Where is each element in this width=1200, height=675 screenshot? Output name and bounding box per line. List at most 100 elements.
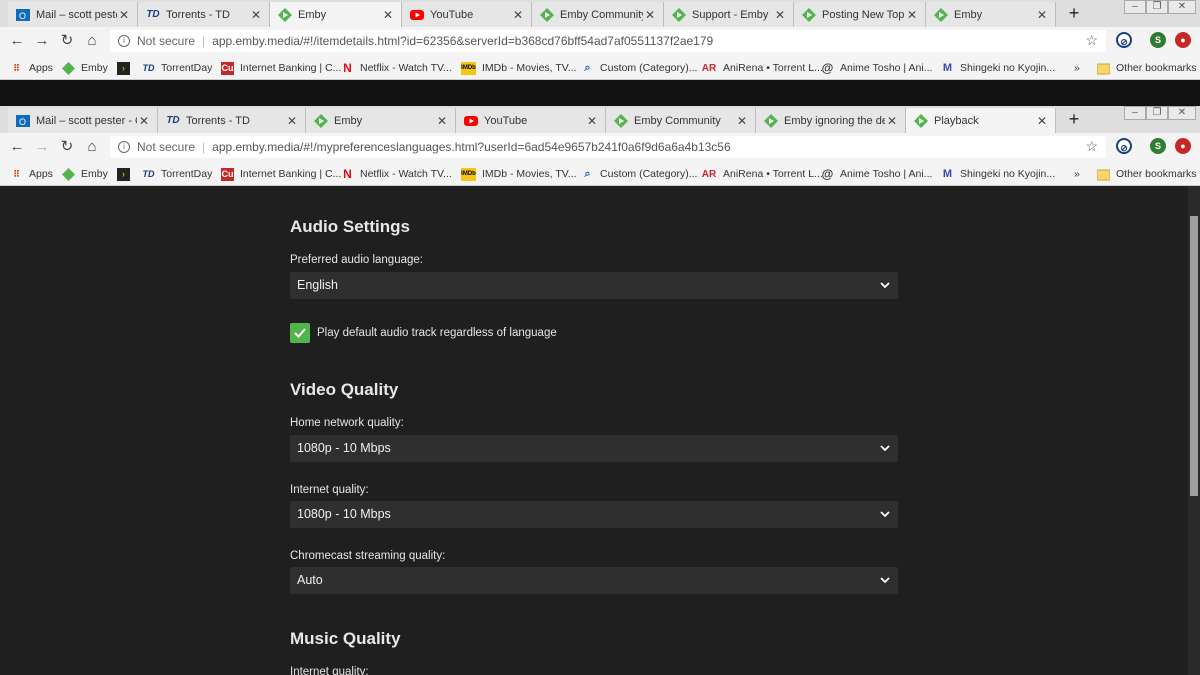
bookmark-shingeki[interactable]: M Shingeki no Kyojin... xyxy=(941,60,1055,76)
tab-mail[interactable]: O Mail – scott pester ✕ xyxy=(8,2,138,27)
tab-posting-new-topic[interactable]: Posting New Topic ✕ xyxy=(794,2,926,27)
close-icon[interactable]: ✕ xyxy=(735,114,749,128)
preferred-audio-language-select[interactable]: English xyxy=(290,272,898,299)
close-icon[interactable]: ✕ xyxy=(585,114,599,128)
blocker-extension-icon[interactable]: ⊘ xyxy=(1116,138,1132,154)
reload-button[interactable]: ↻ xyxy=(58,138,76,156)
close-icon[interactable]: ✕ xyxy=(885,114,899,128)
close-icon[interactable]: ✕ xyxy=(381,8,395,22)
back-button[interactable]: ← xyxy=(8,138,26,156)
bookmark-custom-category[interactable]: ⌕ Custom (Category)... xyxy=(581,60,697,76)
info-icon[interactable]: i xyxy=(118,35,130,47)
other-bookmarks[interactable]: Other bookmarks xyxy=(1097,60,1197,76)
bookmark-internet-banking[interactable]: Cu Internet Banking | C... xyxy=(221,166,341,182)
home-button[interactable]: ⌂ xyxy=(83,32,101,50)
tab-emby-2[interactable]: Emby ✕ xyxy=(926,2,1056,27)
background-gap xyxy=(0,80,1200,106)
bookmark-emby[interactable]: Emby xyxy=(62,166,108,182)
bookmark-netflix[interactable]: N Netflix - Watch TV... xyxy=(341,60,452,76)
close-icon[interactable]: ✕ xyxy=(137,114,151,128)
back-button[interactable]: ← xyxy=(8,32,26,50)
tab-youtube[interactable]: YouTube ✕ xyxy=(402,2,532,27)
tab-youtube[interactable]: YouTube ✕ xyxy=(456,108,606,133)
tab-mail[interactable]: O Mail – scott pester - Out ✕ xyxy=(8,108,158,133)
bookmark-custom-category[interactable]: ⌕ Custom (Category)... xyxy=(581,166,697,182)
scrollbar-thumb[interactable] xyxy=(1190,216,1198,496)
close-icon[interactable]: ✕ xyxy=(249,8,263,22)
close-icon[interactable]: ✕ xyxy=(643,8,657,22)
adblock-icon[interactable]: ● xyxy=(1175,32,1191,48)
bookmark-apps[interactable]: ⠿ Apps xyxy=(10,60,53,76)
close-icon[interactable]: ✕ xyxy=(773,8,787,22)
bookmark-torrentday[interactable]: TD TorrentDay xyxy=(142,60,213,76)
tab-emby-ignoring[interactable]: Emby ignoring the defa ✕ xyxy=(756,108,906,133)
avatar[interactable]: S xyxy=(1150,138,1166,154)
forward-button[interactable]: → xyxy=(33,138,51,156)
bookmark-anirena[interactable]: AR AniRena • Torrent L... xyxy=(701,166,823,182)
search-icon: ⌕ xyxy=(584,167,591,180)
address-bar[interactable]: i Not secure | app.emby.media/#!/itemdet… xyxy=(110,30,1106,52)
tab-emby-community[interactable]: Emby Community ✕ xyxy=(606,108,756,133)
scrollbar[interactable] xyxy=(1188,186,1200,675)
close-icon[interactable]: ✕ xyxy=(905,8,919,22)
outlook-icon: O xyxy=(16,114,30,128)
bookmarks-overflow[interactable]: » xyxy=(1074,166,1080,182)
bookmark-netflix[interactable]: N Netflix - Watch TV... xyxy=(341,166,452,182)
bookmark-plex[interactable]: › xyxy=(117,166,136,182)
new-tab-button[interactable]: + xyxy=(1063,4,1085,24)
home-button[interactable]: ⌂ xyxy=(83,138,101,156)
bookmark-emby[interactable]: Emby xyxy=(62,60,108,76)
tab-emby[interactable]: Emby ✕ xyxy=(270,2,402,27)
close-icon[interactable]: ✕ xyxy=(1035,114,1049,128)
tab-support-emby[interactable]: Support - Emby ✕ xyxy=(664,2,794,27)
address-bar[interactable]: i Not secure | app.emby.media/#!/myprefe… xyxy=(110,136,1106,158)
tab-torrents[interactable]: TD Torrents - TD ✕ xyxy=(138,2,270,27)
search-icon: ⌕ xyxy=(584,61,591,74)
new-tab-button[interactable]: + xyxy=(1063,110,1085,130)
bookmark-internet-banking[interactable]: Cu Internet Banking | C... xyxy=(221,60,341,76)
bookmark-anime-tosho[interactable]: @ Anime Tosho | Ani... xyxy=(821,166,933,182)
tab-emby-community[interactable]: Emby Community ✕ xyxy=(532,2,664,27)
bookmark-imdb[interactable]: IMDb IMDb - Movies, TV... xyxy=(461,166,577,182)
bookmarks-overflow[interactable]: » xyxy=(1074,60,1080,76)
adblock-icon[interactable]: ● xyxy=(1175,138,1191,154)
netflix-icon: N xyxy=(343,61,352,75)
tab-torrents[interactable]: TD Torrents - TD ✕ xyxy=(158,108,306,133)
tab-emby[interactable]: Emby ✕ xyxy=(306,108,456,133)
close-icon[interactable]: ✕ xyxy=(117,8,131,22)
internet-quality-select[interactable]: 1080p - 10 Mbps xyxy=(290,501,898,528)
minimize-button[interactable]: ‒ xyxy=(1124,106,1146,120)
chromecast-quality-select[interactable]: Auto xyxy=(290,567,898,594)
bookmark-anirena[interactable]: AR AniRena • Torrent L... xyxy=(701,60,823,76)
close-icon[interactable]: ✕ xyxy=(511,8,525,22)
bookmark-anime-tosho[interactable]: @ Anime Tosho | Ani... xyxy=(821,60,933,76)
other-bookmarks[interactable]: Other bookmarks xyxy=(1097,166,1197,182)
play-default-audio-label[interactable]: Play default audio track regardless of l… xyxy=(317,327,557,339)
home-network-quality-select[interactable]: 1080p - 10 Mbps xyxy=(290,435,898,462)
music-quality-heading: Music Quality xyxy=(290,629,401,648)
forward-button[interactable]: → xyxy=(33,32,51,50)
restore-button[interactable]: ❐ xyxy=(1146,106,1168,120)
bookmark-star-icon[interactable]: ☆ xyxy=(1085,32,1098,49)
bookmark-torrentday[interactable]: TD TorrentDay xyxy=(142,166,213,182)
reload-button[interactable]: ↻ xyxy=(58,32,76,50)
close-icon[interactable]: ✕ xyxy=(435,114,449,128)
info-icon[interactable]: i xyxy=(118,141,130,153)
bookmark-shingeki[interactable]: M Shingeki no Kyojin... xyxy=(941,166,1055,182)
restore-button[interactable]: ❐ xyxy=(1146,0,1168,14)
bookmark-plex[interactable]: › xyxy=(117,60,136,76)
window-close-button[interactable]: ✕ xyxy=(1168,106,1196,120)
window-close-button[interactable]: ✕ xyxy=(1168,0,1196,14)
bookmark-apps[interactable]: ⠿ Apps xyxy=(10,166,53,182)
bookmark-imdb[interactable]: IMDb IMDb - Movies, TV... xyxy=(461,60,577,76)
tab-playback[interactable]: Playback ✕ xyxy=(906,108,1056,133)
close-icon[interactable]: ✕ xyxy=(1035,8,1049,22)
bookmark-star-icon[interactable]: ☆ xyxy=(1085,138,1098,155)
blocker-extension-icon[interactable]: ⊘ xyxy=(1116,32,1132,48)
chevron-down-icon xyxy=(880,577,890,584)
chromecast-quality-label: Chromecast streaming quality: xyxy=(290,550,446,562)
close-icon[interactable]: ✕ xyxy=(285,114,299,128)
minimize-button[interactable]: ‒ xyxy=(1124,0,1146,14)
play-default-audio-checkbox[interactable] xyxy=(290,323,310,343)
avatar[interactable]: S xyxy=(1150,32,1166,48)
